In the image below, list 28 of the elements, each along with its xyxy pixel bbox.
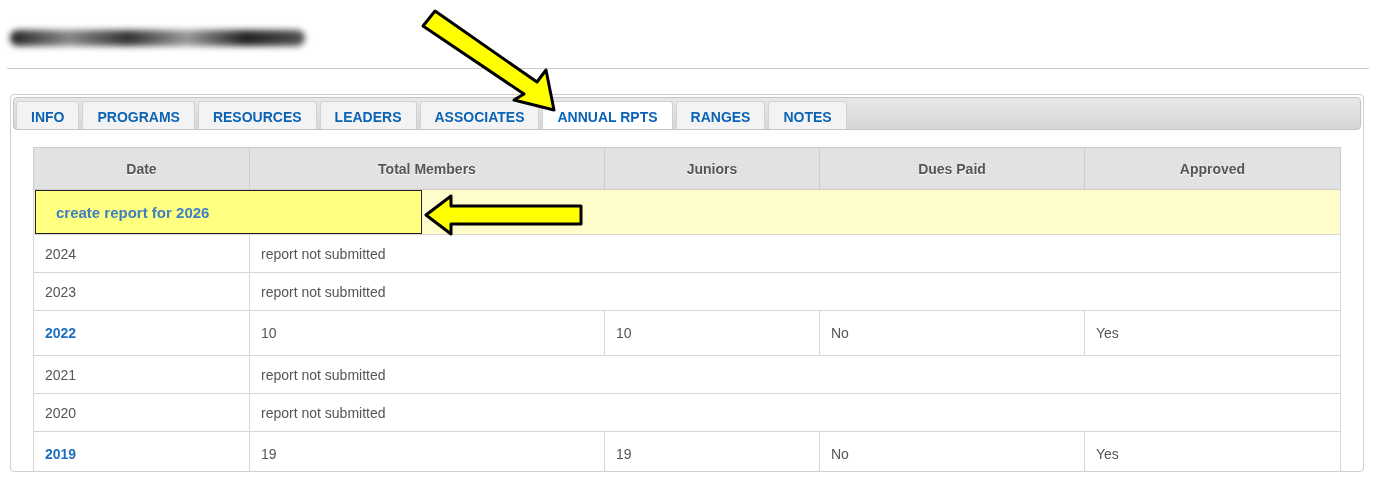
tab[interactable]: LEADERS bbox=[319, 101, 417, 129]
column-header: Juniors bbox=[604, 147, 820, 190]
tab[interactable]: PROGRAMS bbox=[82, 101, 195, 129]
table-cell: 2024 bbox=[33, 234, 250, 273]
tab[interactable]: RESOURCES bbox=[197, 101, 317, 129]
table-cell: report not submitted bbox=[249, 272, 1341, 311]
tab[interactable]: RANGES bbox=[675, 101, 766, 129]
tab[interactable]: NOTES bbox=[768, 101, 847, 129]
year-link[interactable]: 2022 bbox=[45, 325, 77, 341]
table-cell: report not submitted bbox=[249, 355, 1341, 394]
tab[interactable]: ASSOCIATES bbox=[419, 101, 540, 129]
table-cell: 10 bbox=[604, 310, 820, 356]
table-cell: No bbox=[819, 310, 1085, 356]
tab[interactable]: INFO bbox=[16, 101, 80, 129]
column-header: Total Members bbox=[249, 147, 605, 190]
create-report-link[interactable]: create report for 2026 bbox=[35, 190, 422, 234]
table-cell: report not submitted bbox=[249, 234, 1341, 273]
column-header: Dues Paid bbox=[819, 147, 1085, 190]
table-cell: 2020 bbox=[33, 393, 250, 432]
table-cell: 2021 bbox=[33, 355, 250, 394]
tab[interactable]: ANNUAL RPTS bbox=[542, 101, 673, 129]
column-header: Date bbox=[33, 147, 250, 190]
table-cell: 2023 bbox=[33, 272, 250, 311]
table-cell: 10 bbox=[249, 310, 605, 356]
table-cell: Yes bbox=[1084, 310, 1341, 356]
year-link[interactable]: 2019 bbox=[45, 446, 77, 462]
table-cell: report not submitted bbox=[249, 393, 1341, 432]
column-header: Approved bbox=[1084, 147, 1341, 190]
